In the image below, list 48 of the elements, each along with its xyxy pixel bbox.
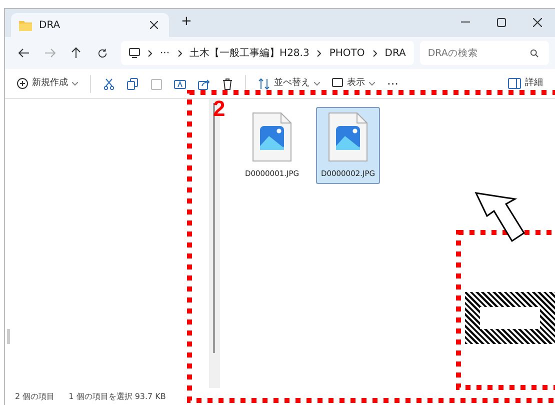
details-button[interactable]: 詳細 — [504, 74, 547, 92]
new-tab-button[interactable]: + — [181, 12, 192, 31]
scrollbar-thumb[interactable] — [7, 329, 10, 344]
folder-icon — [19, 20, 32, 30]
status-text: 1 個の項目を選択 93.7 KB — [68, 390, 166, 402]
close-icon — [532, 18, 542, 26]
right-arrow-icon — [44, 47, 56, 59]
left-arrow-icon — [18, 47, 30, 59]
share-icon — [198, 78, 210, 90]
view-icon — [332, 78, 343, 89]
image-file-icon — [328, 112, 368, 162]
caret-icon — [72, 82, 78, 86]
view-button[interactable]: 表示 — [328, 74, 379, 92]
new-icon — [17, 78, 28, 89]
status-text: 2 個の項目 — [15, 390, 55, 402]
image-file-icon — [252, 112, 292, 162]
details-icon — [508, 78, 521, 89]
copy-icon — [127, 78, 139, 90]
caret-icon — [314, 82, 320, 86]
search-field[interactable]: DRAの検索 — [420, 41, 549, 65]
search-icon — [530, 49, 539, 58]
more-button[interactable]: ··· — [383, 72, 402, 94]
delete-icon — [222, 78, 233, 90]
computer-icon — [129, 48, 140, 58]
sort-button[interactable]: 並べ替え — [254, 74, 324, 92]
refresh-icon — [96, 48, 108, 58]
maximize-icon — [496, 18, 506, 26]
new-button[interactable]: 新規作成 — [13, 74, 82, 92]
caret-icon — [369, 82, 375, 86]
chevron-icon — [317, 50, 322, 56]
sort-icon — [258, 78, 270, 90]
breadcrumb-item[interactable]: DRA — [384, 46, 406, 60]
up-arrow-icon — [70, 47, 82, 59]
chevron-icon — [178, 50, 182, 56]
chevron-icon — [148, 50, 152, 56]
breadcrumb-item[interactable]: PHOTO — [329, 46, 365, 60]
close-icon — [150, 21, 158, 29]
minimize-icon — [460, 21, 470, 23]
rename-icon — [174, 78, 186, 90]
breadcrumb-item[interactable]: 土木【一般工事編】H28.3 — [190, 46, 310, 60]
pointer-arrow-drawing — [474, 192, 526, 242]
more-button[interactable]: ··· — [160, 46, 170, 60]
cut-icon — [103, 78, 115, 90]
chevron-icon — [372, 50, 377, 56]
close-tab-button[interactable] — [147, 18, 161, 32]
annotation-number: 2 — [213, 98, 226, 120]
paste-icon — [151, 78, 162, 90]
tab[interactable]: DRA — [11, 13, 169, 37]
